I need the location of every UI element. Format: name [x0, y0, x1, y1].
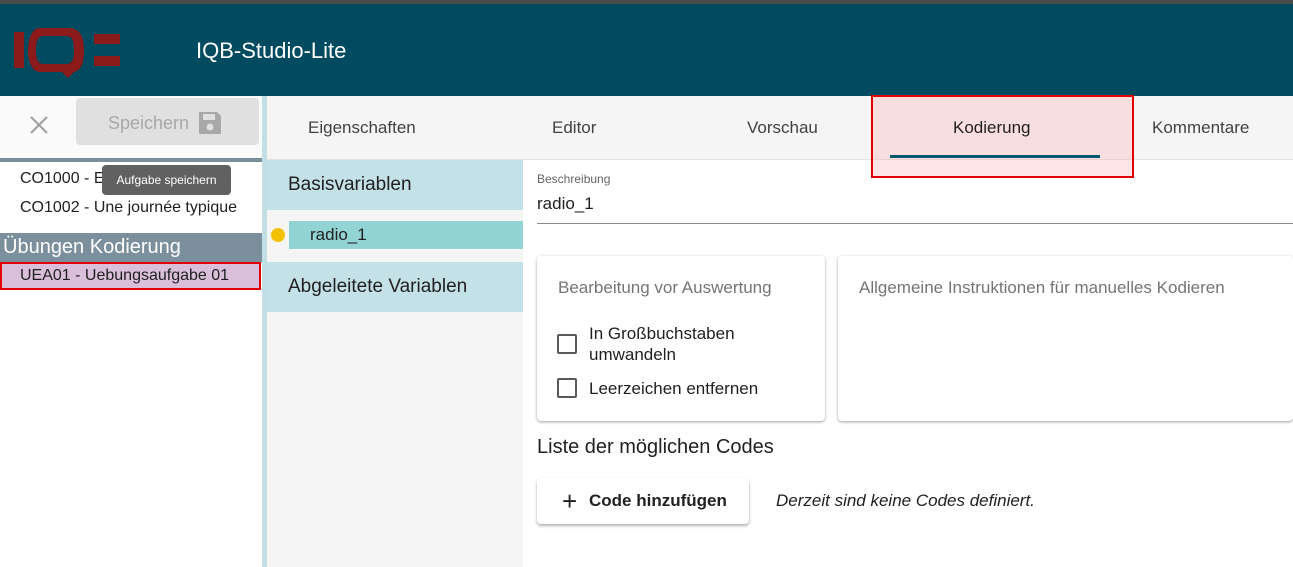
codes-list-title: Liste der möglichen Codes	[537, 436, 774, 458]
uppercase-checkbox-label: In Großbuchstaben umwandeln	[589, 324, 735, 364]
unit-group-header[interactable]: Übungen Kodierung	[0, 233, 262, 262]
tab-editor[interactable]: Editor	[552, 118, 596, 138]
tab-kommentare[interactable]: Kommentare	[1152, 118, 1249, 138]
instructions-title: Allgemeine Instruktionen für manuelles K…	[859, 278, 1225, 297]
app-title: IQB-Studio-Lite	[196, 38, 347, 63]
save-tooltip: Aufgabe speichern	[102, 165, 231, 195]
remove-spaces-checkbox-label: Leerzeichen entfernen	[589, 379, 759, 398]
uppercase-checkbox[interactable]	[557, 334, 577, 354]
app-bar: IQB-Studio-Lite	[0, 4, 1293, 96]
description-underline	[537, 223, 1293, 224]
tab-kodierung[interactable]: Kodierung	[953, 118, 1031, 138]
description-label: Beschreibung	[537, 172, 611, 186]
save-button-label: Speichern	[108, 113, 190, 133]
unit-list-item[interactable]: CO1002 - Une journée typique	[20, 199, 237, 217]
close-icon[interactable]	[24, 110, 54, 140]
derived-variables-header[interactable]: Abgeleitete Variablen	[267, 262, 523, 312]
tab-eigenschaften[interactable]: Eigenschaften	[308, 118, 416, 138]
base-variables-header[interactable]: Basisvariablen	[267, 160, 523, 210]
unit-list-item-selected[interactable]: UEA01 - Uebungsaufgabe 01	[0, 262, 261, 290]
tab-vorschau[interactable]: Vorschau	[747, 118, 818, 138]
variable-item-radio-1[interactable]: radio_1	[289, 221, 523, 249]
save-icon	[199, 112, 221, 134]
remove-spaces-checkbox[interactable]	[557, 378, 577, 398]
plus-icon: +	[562, 486, 578, 516]
description-field[interactable]: radio_1	[537, 194, 594, 214]
processing-title: Bearbeitung vor Auswertung	[558, 278, 772, 297]
add-code-button-label: Code hinzufügen	[589, 491, 727, 510]
list-separator	[0, 158, 262, 162]
active-tab-indicator	[890, 155, 1100, 158]
iqb-logo	[14, 28, 120, 78]
no-codes-message: Derzeit sind keine Codes definiert.	[776, 491, 1035, 510]
status-dot-icon	[271, 228, 285, 242]
